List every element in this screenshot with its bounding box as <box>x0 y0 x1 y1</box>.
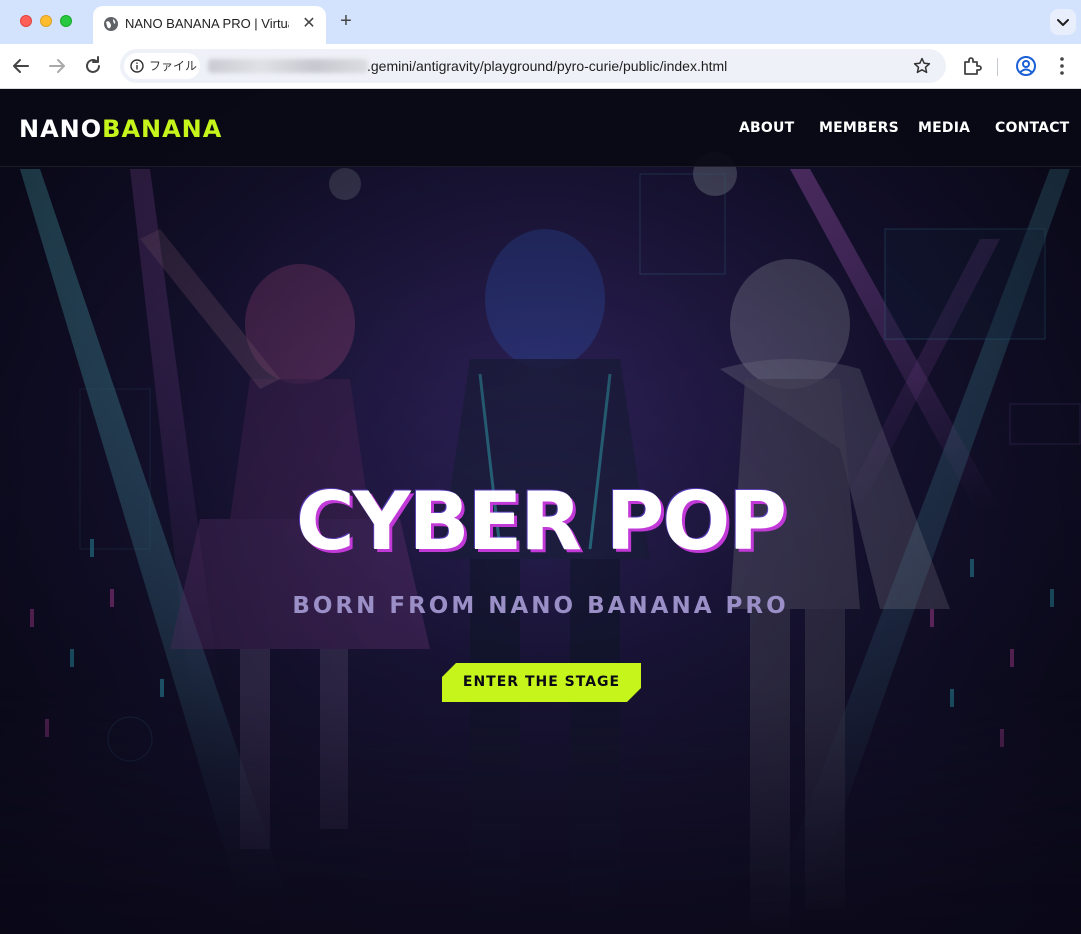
window-minimize-button[interactable] <box>40 15 52 27</box>
bookmark-star-icon[interactable] <box>912 56 932 76</box>
url-redacted-path <box>208 59 368 73</box>
hero-subtitle: BORN FROM NANO BANANA PRO <box>292 593 789 619</box>
close-tab-icon[interactable]: ✕ <box>299 14 319 34</box>
site-info-chip[interactable]: ファイル <box>124 53 200 79</box>
site-navbar: NANOBANANA ABOUT MEMBERS MEDIA CONTACT <box>0 89 1081 167</box>
tab-search-button[interactable] <box>1050 9 1076 35</box>
new-tab-button[interactable]: + <box>336 11 356 31</box>
window-close-button[interactable] <box>20 15 32 27</box>
web-page: NANOBANANA ABOUT MEMBERS MEDIA CONTACT C… <box>0 89 1081 934</box>
window-maximize-button[interactable] <box>60 15 72 27</box>
forward-arrow-icon[interactable] <box>45 54 69 78</box>
back-arrow-icon[interactable] <box>9 54 33 78</box>
kebab-menu-icon[interactable] <box>1050 54 1074 78</box>
chevron-down-icon <box>1057 19 1069 26</box>
toolbar-divider <box>997 58 998 76</box>
hero-title: CYBER POP <box>296 475 787 568</box>
profile-avatar-icon[interactable] <box>1014 54 1038 78</box>
browser-title-bar: NANO BANANA PRO | Virtual ✕ + <box>0 0 1081 44</box>
nav-link-contact[interactable]: CONTACT <box>995 119 1069 137</box>
site-info-label: ファイル <box>149 59 198 73</box>
logo-part-banana: BANANA <box>102 115 223 143</box>
site-logo[interactable]: NANOBANANA <box>19 115 222 143</box>
logo-part-nano: NANO <box>19 115 103 143</box>
address-bar[interactable]: ファイル .gemini/antigravity/playground/pyro… <box>120 49 946 83</box>
info-icon <box>130 59 144 73</box>
browser-toolbar: ファイル .gemini/antigravity/playground/pyro… <box>0 44 1081 89</box>
url-text: .gemini/antigravity/playground/pyro-curi… <box>367 58 728 74</box>
nav-link-members[interactable]: MEMBERS <box>819 119 899 137</box>
nav-link-about[interactable]: ABOUT <box>739 119 794 137</box>
extensions-puzzle-icon[interactable] <box>960 54 984 78</box>
tab-title: NANO BANANA PRO | Virtual <box>125 16 289 31</box>
globe-icon <box>104 17 118 31</box>
enter-stage-button[interactable]: ENTER THE STAGE <box>442 663 641 702</box>
nav-link-media[interactable]: MEDIA <box>918 119 970 137</box>
reload-icon[interactable] <box>81 54 105 78</box>
browser-tab-active[interactable]: NANO BANANA PRO | Virtual ✕ <box>93 6 326 44</box>
